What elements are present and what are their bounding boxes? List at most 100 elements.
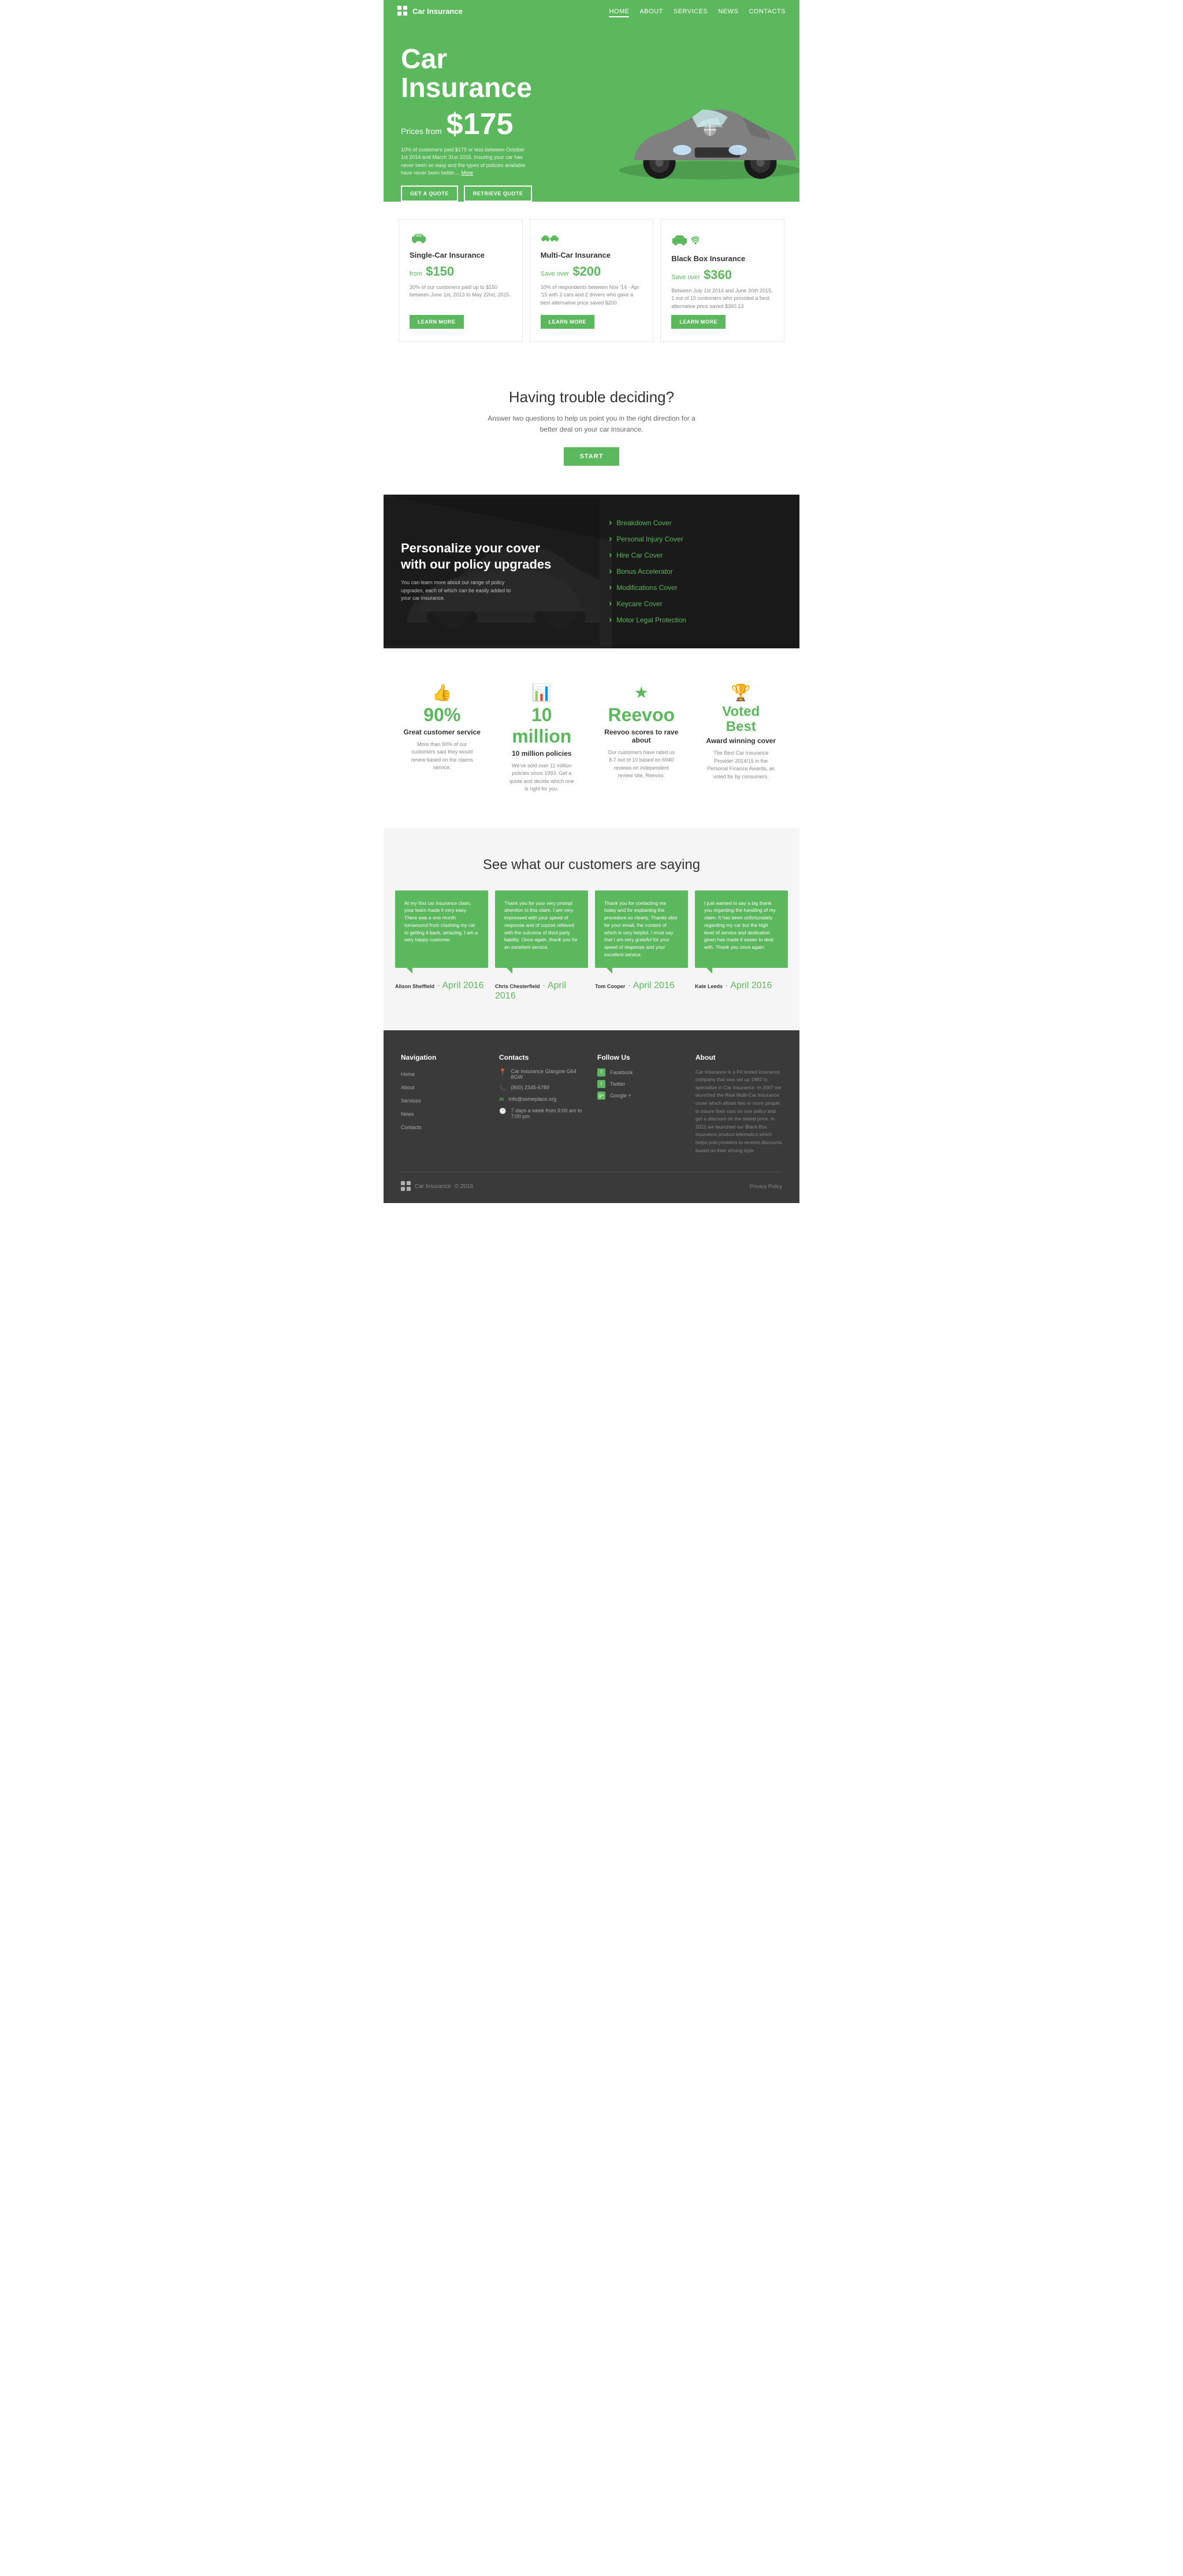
testimonial-kate: I just wanted to say a big thank you reg…: [695, 890, 788, 968]
footer-bottom: Car Insurance © 2016 Privacy Policy: [401, 1172, 782, 1192]
get-quote-button[interactable]: GET A QUOTE: [401, 185, 458, 202]
nav-home[interactable]: HOME: [609, 6, 629, 16]
footer-hours: 7 days a week from 9:00 am to 7:00 pm: [511, 1108, 586, 1119]
footer-social-col: Follow Us f Facebook t Twitter g+ Google…: [597, 1053, 684, 1155]
policy-motor-legal[interactable]: Motor Legal Protection: [609, 615, 788, 625]
single-car-title: Single-Car Insurance: [410, 251, 512, 259]
black-box-card: Black Box Insurance Save over $360 Betwe…: [660, 219, 784, 343]
testimonial-chris: Thank you for your very prompt attention…: [495, 890, 588, 968]
testimonial-alison: At my first car insurance claim, your te…: [395, 890, 488, 968]
policy-content-left: Personalize your coverwith our policy up…: [384, 517, 597, 626]
policy-modifications[interactable]: Modifications Cover: [609, 582, 788, 593]
trouble-section: Having trouble deciding? Answer two ques…: [384, 359, 799, 494]
footer: Navigation Home About Services News Cont…: [384, 1030, 799, 1204]
stat-award-label: Award winning cover: [700, 737, 783, 745]
privacy-link[interactable]: Privacy Policy: [750, 1183, 782, 1189]
cards-section: Single-Car Insurance from $150 30% of ou…: [384, 202, 799, 360]
footer-phone: (800) 2345-6789: [511, 1085, 549, 1090]
start-button[interactable]: START: [564, 447, 620, 466]
facebook-icon: f: [597, 1068, 605, 1077]
single-car-desc: 30% of our customers paid up to $150 bet…: [410, 284, 512, 311]
author-tom: Tom Cooper · April 2016: [595, 981, 688, 1001]
stat-policies-desc: We've sold over 11 million policies sinc…: [507, 762, 576, 793]
hero-price: $175: [447, 107, 514, 142]
footer-about-text: Car Insurance is a FII tested insurance …: [695, 1068, 782, 1155]
footer-nav-services[interactable]: Services: [401, 1095, 488, 1105]
stat-award: 🏆 VotedBest Award winning cover The Best…: [694, 677, 788, 799]
single-car-price: from $150: [410, 264, 512, 279]
footer-about-col: About Car Insurance is a FII tested insu…: [695, 1053, 782, 1155]
hero-description: 10% of customers paid $175 or less betwe…: [401, 146, 528, 177]
author-tom-name: Tom Cooper: [595, 983, 625, 989]
footer-twitter[interactable]: t Twitter: [597, 1080, 684, 1088]
footer-bottom-logo: Car Insurance © 2016: [401, 1181, 473, 1192]
footer-email: info@someplace.org: [508, 1096, 556, 1102]
footer-email-item: ✉ info@someplace.org: [499, 1096, 586, 1103]
chart-icon: 📊: [501, 683, 583, 702]
policy-hire-car[interactable]: Hire Car Cover: [609, 550, 788, 561]
policy-personal-injury[interactable]: Personal Injury Cover: [609, 534, 788, 544]
stat-award-desc: The Best Car Insurance Provider 2014/15 …: [706, 749, 776, 781]
black-box-price: Save over $360: [671, 268, 773, 283]
stat-voted-best: VotedBest: [700, 704, 783, 735]
author-alison-name: Alison Sheffield: [395, 983, 434, 989]
author-kate: Kate Leeds · April 2016: [695, 981, 788, 1001]
testimonial-alison-text: At my first car insurance claim, your te…: [404, 900, 479, 944]
stat-90-percent: 90%: [401, 704, 483, 726]
policy-content-right: Breakdown Cover Personal Injury Cover Hi…: [597, 495, 799, 648]
policy-breakdown[interactable]: Breakdown Cover: [609, 518, 788, 528]
multi-car-learn-more[interactable]: LEARN MORE: [541, 315, 595, 329]
footer-hours-item: 🕐 7 days a week from 9:00 am to 7:00 pm: [499, 1108, 586, 1119]
hero-more-link[interactable]: More: [462, 170, 474, 176]
footer-nav-home[interactable]: Home: [401, 1068, 488, 1079]
policy-keycare[interactable]: Keycare Cover: [609, 599, 788, 609]
footer-privacy[interactable]: Privacy Policy: [750, 1183, 782, 1189]
footer-nav-about[interactable]: About: [401, 1082, 488, 1092]
footer-grid: Navigation Home About Services News Cont…: [401, 1053, 782, 1155]
stats-section: 👍 90% Great customer service More than 9…: [384, 648, 799, 828]
retrieve-quote-button[interactable]: RETRIEVE QUOTE: [464, 185, 533, 202]
phone-icon: 📞: [499, 1085, 506, 1092]
testimonials-title: See what our customers are saying: [395, 857, 788, 873]
single-car-card: Single-Car Insurance from $150 30% of ou…: [399, 219, 523, 343]
nav-services[interactable]: SERVICES: [674, 6, 708, 16]
google-plus-icon: g+: [597, 1092, 605, 1100]
nav-news[interactable]: NEWS: [718, 6, 738, 16]
footer-nav-news[interactable]: News: [401, 1108, 488, 1119]
footer-google-plus[interactable]: g+ Google +: [597, 1092, 684, 1100]
stat-10million: 10 million: [501, 704, 583, 747]
stat-reevoo-label: Reevoo scores to rave about: [600, 728, 683, 744]
policy-description: You can learn more about our range of po…: [401, 579, 516, 603]
policy-title: Personalize your coverwith our policy up…: [401, 540, 580, 573]
navbar: Car Insurance HOME ABOUT SERVICES NEWS C…: [384, 0, 799, 22]
hero-section: CarInsurance Prices from $175 10% of cus…: [384, 22, 799, 202]
author-chris: Chris Chesterfield · April 2016: [495, 981, 588, 1001]
stat-reevoo-desc: Our customers have rated us 8.7 out of 1…: [607, 749, 676, 780]
multi-car-price: Save over $200: [541, 264, 643, 279]
policy-section: Personalize your coverwith our policy up…: [384, 495, 799, 648]
footer-contacts-title: Contacts: [499, 1053, 586, 1061]
footer-nav-col: Navigation Home About Services News Cont…: [401, 1053, 488, 1155]
trophy-icon: 🏆: [700, 683, 783, 702]
star-icon: ★: [600, 683, 683, 702]
testimonial-kate-text: I just wanted to say a big thank you reg…: [704, 900, 779, 951]
black-box-icon: [671, 232, 773, 247]
nav-contacts[interactable]: CONTACTS: [749, 6, 786, 16]
stat-policies-label: 10 million policies: [501, 749, 583, 758]
nav-logo[interactable]: Car Insurance: [397, 6, 463, 16]
footer-nav-contacts[interactable]: Contacts: [401, 1122, 488, 1132]
nav-about[interactable]: ABOUT: [639, 6, 663, 16]
trouble-description: Answer two questions to help us point yo…: [488, 413, 695, 435]
stat-policies: 📊 10 million 10 million policies We've s…: [495, 677, 589, 799]
footer-contacts-col: Contacts 📍 Car Insurance Glasgow G64 8GW…: [499, 1053, 586, 1155]
footer-facebook[interactable]: f Facebook: [597, 1068, 684, 1077]
footer-phone-item: 📞 (800) 2345-6789: [499, 1085, 586, 1092]
black-box-learn-more[interactable]: LEARN MORE: [671, 315, 726, 329]
single-car-learn-more[interactable]: LEARN MORE: [410, 315, 464, 329]
policy-bonus-accelerator[interactable]: Bonus Accelerator: [609, 566, 788, 577]
multi-car-desc: 10% of respondents between Nov '14 - Apr…: [541, 284, 643, 311]
footer-logo-icon: [401, 1181, 411, 1192]
hero-buttons: GET A QUOTE RETRIEVE QUOTE: [401, 185, 782, 202]
testimonial-tom: Thank you for contacting me today and fo…: [595, 890, 688, 968]
footer-address-item: 📍 Car Insurance Glasgow G64 8GW: [499, 1068, 586, 1080]
